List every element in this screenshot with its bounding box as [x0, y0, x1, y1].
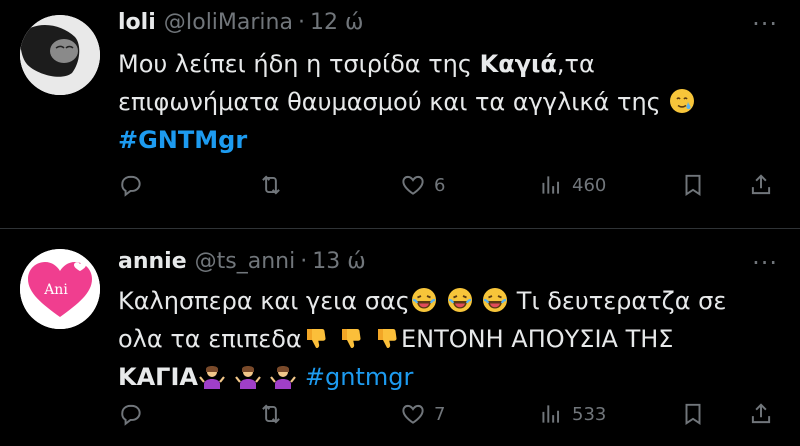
view-count: 533: [572, 403, 607, 425]
display-name[interactable]: annie: [118, 249, 187, 274]
bold-text: Καγιά: [479, 50, 557, 78]
text-segment: ,τα: [556, 50, 595, 78]
tweet-line: ΚΑΓΙΑ #gntmgr: [118, 358, 770, 396]
like-button[interactable]: 7: [400, 401, 445, 427]
heart-icon: [400, 401, 426, 427]
retweet-icon: [258, 172, 284, 198]
face-with-tears-of-joy-emoji: [447, 287, 473, 313]
avatar[interactable]: [20, 15, 100, 95]
timestamp[interactable]: 12 ώ: [310, 10, 363, 35]
bookmark-button[interactable]: [680, 172, 706, 198]
tweet-header: loli @IoliMarina · 12 ώ: [118, 10, 363, 35]
reply-icon: [118, 401, 144, 427]
hashtag-link[interactable]: #GNTMgr: [118, 126, 247, 154]
bookmark-icon: [680, 401, 706, 427]
hashtag-link[interactable]: #gntmgr: [305, 363, 413, 391]
thumbs-down-emoji: [303, 325, 329, 351]
avatar-photo: [20, 15, 100, 95]
like-count: 7: [434, 403, 446, 425]
action-bar: 7 533: [118, 401, 776, 431]
text-segment: ολα τα επιπεδα: [118, 325, 302, 353]
retweet-button[interactable]: [258, 172, 284, 198]
display-name[interactable]: loli: [118, 10, 156, 35]
tweet-header: annie @ts_anni · 13 ώ: [118, 249, 366, 274]
tweet-line: Καλησπερα και γεια σας Τι δευτερατζα σε: [118, 282, 770, 320]
text-segment: επιφωνήματα θαυμασμού και τα αγγλικά της: [118, 88, 669, 116]
tweet-line: Μου λείπει ήδη η τσιρίδα της Καγιά,τα: [118, 45, 770, 83]
bold-text: ΚΑΓΙΑ: [118, 363, 198, 391]
face-with-tears-of-joy-emoji: [411, 287, 437, 313]
person-shrugging-emoji: [199, 363, 225, 389]
reply-button[interactable]: [118, 401, 144, 427]
timestamp[interactable]: 13 ώ: [312, 249, 365, 274]
avatar-text: Ani: [43, 282, 68, 298]
tweet-2[interactable]: Ani annie @ts_anni · 13 ώ ··· Καλησπερα …: [0, 229, 800, 446]
text-segment: ΕΝΤΟΝΗ ΑΠΟΥΣΙΑ ΤΗΣ: [400, 325, 674, 353]
views-button[interactable]: 533: [538, 401, 606, 427]
share-icon: [748, 401, 774, 427]
user-handle[interactable]: @IoliMarina: [164, 10, 293, 35]
heart-icon: [400, 172, 426, 198]
text-segment: Μου λείπει ήδη η τσιρίδα της: [118, 50, 480, 78]
share-button[interactable]: [748, 401, 774, 427]
view-count: 460: [572, 174, 607, 196]
views-button[interactable]: 460: [538, 172, 606, 198]
text-segment: Τι δευτερατζα σε: [516, 287, 727, 315]
smiling-face-with-tear-emoji: [669, 88, 695, 114]
tweet-1[interactable]: loli @IoliMarina · 12 ώ ··· Μου λείπει ή…: [0, 0, 800, 228]
face-with-tears-of-joy-emoji: [482, 287, 508, 313]
thumbs-down-emoji: [338, 325, 364, 351]
more-options-icon[interactable]: ···: [752, 10, 778, 38]
tweet-line: #GNTMgr: [118, 121, 770, 159]
person-shrugging-emoji: [235, 363, 261, 389]
like-count: 6: [434, 174, 446, 196]
more-options-icon[interactable]: ···: [752, 249, 778, 277]
reply-button[interactable]: [118, 172, 144, 198]
tweet-text: Καλησπερα και γεια σας Τι δευτερατζα σε …: [118, 282, 770, 396]
bookmark-icon: [680, 172, 706, 198]
tweet-text: Μου λείπει ήδη η τσιρίδα της Καγιά,τα επ…: [118, 45, 770, 159]
action-bar: 6 460: [118, 172, 776, 202]
bookmark-button[interactable]: [680, 401, 706, 427]
avatar[interactable]: Ani: [20, 249, 100, 329]
separator-dot: ·: [300, 249, 308, 274]
thumbs-down-emoji: [374, 325, 400, 351]
tweet-line: επιφωνήματα θαυμασμού και τα αγγλικά της: [118, 83, 770, 121]
reply-icon: [118, 172, 144, 198]
views-icon: [538, 172, 564, 198]
tweet-line: ολα τα επιπεδα ΕΝΤΟΝΗ ΑΠΟΥΣΙΑ ΤΗΣ: [118, 320, 770, 358]
retweet-icon: [258, 401, 284, 427]
separator-dot: ·: [297, 10, 305, 35]
views-icon: [538, 401, 564, 427]
user-handle[interactable]: @ts_anni: [195, 249, 296, 274]
share-button[interactable]: [748, 172, 774, 198]
avatar-heart-image: Ani: [20, 249, 100, 329]
text-segment: Καλησπερα και γεια σας: [118, 287, 410, 315]
like-button[interactable]: 6: [400, 172, 445, 198]
retweet-button[interactable]: [258, 401, 284, 427]
share-icon: [748, 172, 774, 198]
person-shrugging-emoji: [270, 363, 296, 389]
